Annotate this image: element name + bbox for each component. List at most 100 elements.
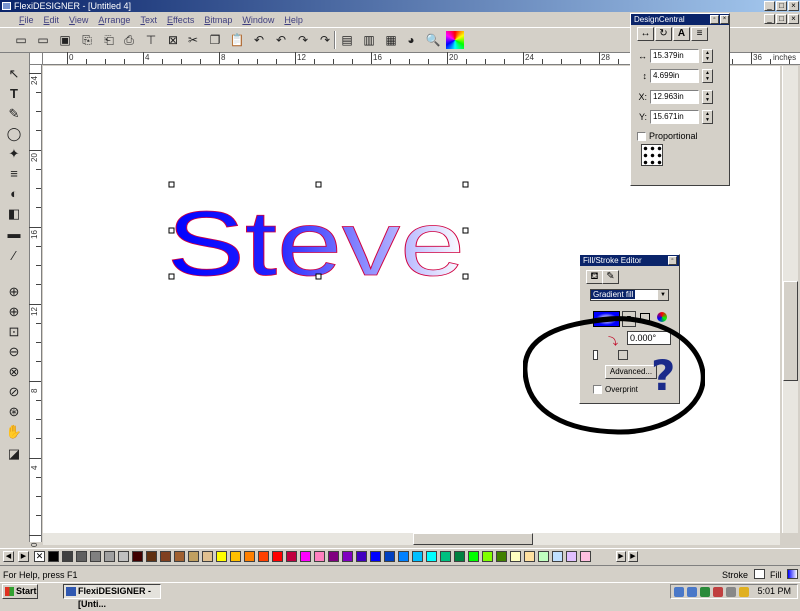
panel-minimize-icon[interactable]: ▫	[710, 15, 719, 24]
shadow-tool-icon[interactable]: ◧	[5, 205, 23, 223]
fill-swatch[interactable]	[787, 569, 798, 579]
eyedropper-tool-icon[interactable]: ⁄	[5, 247, 23, 265]
palette-swatch[interactable]	[580, 551, 591, 562]
design-central-titlebar[interactable]: DesignCentral ▫ ×	[631, 14, 729, 25]
doc-minimize-button[interactable]: _	[764, 14, 775, 24]
palette-swatch[interactable]	[48, 551, 59, 562]
palette-scroll-right-icon[interactable]: ▶	[18, 551, 29, 562]
x-spinner[interactable]: ▲ ▼	[702, 90, 713, 104]
color-wheel-icon[interactable]: ◕	[402, 31, 420, 49]
doc-close-button[interactable]: ×	[788, 14, 799, 24]
palette-swatch[interactable]	[440, 551, 451, 562]
horizontal-scrollbar[interactable]	[43, 533, 780, 545]
steve-text-object[interactable]: Steve	[167, 193, 466, 296]
palette-swatch[interactable]	[398, 551, 409, 562]
stroke-tab-pen-icon[interactable]: ✎	[602, 270, 619, 284]
tab-text[interactable]: A	[673, 27, 690, 41]
redo-multiple-icon[interactable]: ↷	[316, 31, 334, 49]
palette-swatch[interactable]	[90, 551, 101, 562]
cutter-icon[interactable]: ⊠	[164, 31, 182, 49]
zoom-out-icon[interactable]: ⊖	[5, 343, 23, 361]
vertical-scroll-thumb[interactable]	[783, 281, 798, 381]
print-icon[interactable]: ⎙	[120, 31, 138, 49]
zoom-selection-icon[interactable]: ⊗	[5, 363, 23, 381]
palette-swatch[interactable]	[482, 551, 493, 562]
tab-rotate[interactable]: ↻	[655, 27, 672, 41]
doc-restore-button[interactable]: □	[776, 14, 787, 24]
repeat-icon[interactable]: ↷	[294, 31, 312, 49]
palette-swatch[interactable]	[356, 551, 367, 562]
palette-swatch[interactable]	[286, 551, 297, 562]
palette-swatch[interactable]	[118, 551, 129, 562]
menu-bitmap[interactable]: Bitmap	[199, 15, 237, 25]
pen-tool-icon[interactable]: ✎	[5, 105, 23, 123]
height-field[interactable]: 4.699in	[650, 69, 699, 83]
measure-tool-icon[interactable]: ▬	[5, 225, 23, 243]
palette-swatch[interactable]	[300, 551, 311, 562]
palette-swatch[interactable]	[384, 551, 395, 562]
palette-next-icon[interactable]: ▶	[616, 551, 626, 562]
palette-swatch[interactable]	[202, 551, 213, 562]
palette-swatch[interactable]	[174, 551, 185, 562]
vertical-scrollbar[interactable]	[782, 66, 798, 533]
no-color-swatch[interactable]: ✕	[34, 551, 45, 562]
selection-handle[interactable]	[462, 181, 469, 188]
start-button[interactable]: Start	[2, 584, 38, 599]
export-icon[interactable]: ⎗	[100, 31, 118, 49]
palette-swatch[interactable]	[370, 551, 381, 562]
width-field[interactable]: 15.379in	[650, 49, 699, 63]
palette-swatch[interactable]	[188, 551, 199, 562]
tab-size-position[interactable]: ↔	[637, 27, 654, 41]
tray-icon[interactable]	[700, 587, 710, 597]
ellipse-tool-icon[interactable]: ◯	[5, 125, 23, 143]
palette-swatch[interactable]	[62, 551, 73, 562]
tray-icon[interactable]	[713, 587, 723, 597]
properties-icon[interactable]: ▦	[382, 31, 400, 49]
speaker-icon[interactable]	[739, 587, 749, 597]
ruler-corner[interactable]	[30, 53, 43, 65]
selection-handle[interactable]	[168, 227, 175, 234]
selection-handle[interactable]	[315, 181, 322, 188]
menu-file[interactable]: File	[14, 15, 39, 25]
palette-scroll-left-icon[interactable]: ◀	[3, 551, 14, 562]
palette-swatch[interactable]	[510, 551, 521, 562]
vertical-ruler[interactable]: 24 20 16 12 8 4 0	[29, 65, 42, 547]
palette-end-icon[interactable]: ▶	[628, 551, 638, 562]
fill-stroke-swatch-icon[interactable]: ◪	[5, 445, 23, 463]
copy-icon[interactable]: ❐	[206, 31, 224, 49]
menu-effects[interactable]: Effects	[162, 15, 199, 25]
palette-swatch[interactable]	[412, 551, 423, 562]
palette-swatch[interactable]	[468, 551, 479, 562]
zoom-all-icon[interactable]: ⊛	[5, 403, 23, 421]
fill-type-select[interactable]: Gradient fill ▼	[590, 289, 669, 301]
zoom-in-icon[interactable]: ⊕	[5, 303, 23, 321]
palette-swatch[interactable]	[524, 551, 535, 562]
palette-swatch[interactable]	[454, 551, 465, 562]
menu-view[interactable]: View	[64, 15, 93, 25]
new-icon[interactable]: ▭	[12, 31, 30, 49]
selection-handle[interactable]	[462, 227, 469, 234]
menu-help[interactable]: Help	[279, 15, 308, 25]
redo-icon[interactable]: ↶	[272, 31, 290, 49]
palette-swatch[interactable]	[230, 551, 241, 562]
taskbar-item-flexidesigner[interactable]: FlexiDESIGNER - [Unti...	[63, 584, 161, 609]
cut-icon[interactable]: ✂	[184, 31, 202, 49]
y-spinner[interactable]: ▲ ▼	[702, 110, 713, 124]
palette-swatch[interactable]	[146, 551, 157, 562]
palette-swatch[interactable]	[272, 551, 283, 562]
fill-stroke-titlebar[interactable]: Fill/Stroke Editor ▫	[580, 255, 679, 266]
palette-swatch[interactable]	[258, 551, 269, 562]
app-icon[interactable]	[2, 2, 11, 10]
palette-swatch[interactable]	[328, 551, 339, 562]
undo-icon[interactable]: ↶	[250, 31, 268, 49]
menu-window[interactable]: Window	[237, 15, 279, 25]
panel-close-icon[interactable]: ×	[720, 15, 729, 24]
select-tool-icon[interactable]: ↖	[5, 65, 23, 83]
palette-swatch[interactable]	[566, 551, 577, 562]
zoom-icon[interactable]: 🔍	[424, 31, 442, 49]
horizontal-scroll-thumb[interactable]	[413, 533, 533, 545]
effects-tool-icon[interactable]: ✦	[5, 145, 23, 163]
design-central-icon[interactable]: ▤	[338, 31, 356, 49]
palette-swatch[interactable]	[342, 551, 353, 562]
palette-swatch[interactable]	[104, 551, 115, 562]
